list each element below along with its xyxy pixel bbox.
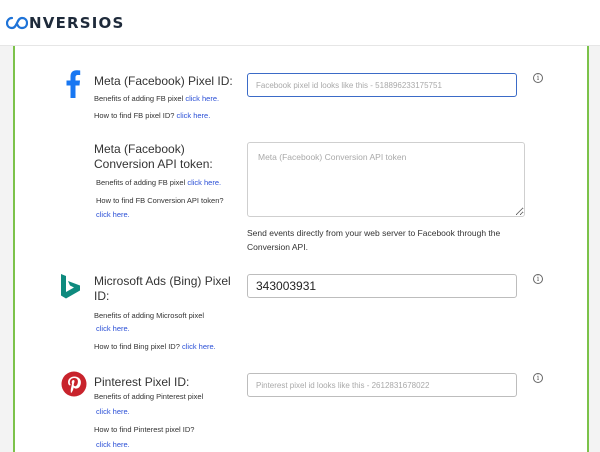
bing-icon — [61, 274, 80, 299]
facebook-icon — [66, 70, 81, 98]
bing-howto: How to find Bing pixel ID? click here. — [94, 342, 216, 352]
facebook-howto: How to find FB pixel ID? click here. — [94, 111, 210, 121]
bing-benefits-link[interactable]: click here. — [96, 324, 130, 334]
pinterest-benefits-link[interactable]: click here. — [96, 407, 130, 417]
capi-description: Send events directly from your web serve… — [247, 228, 501, 252]
facebook-benefits-text: Benefits of adding FB pixel — [94, 94, 184, 103]
capi-title-line2: Conversion API token: — [94, 157, 213, 171]
facebook-benefits-link[interactable]: click here. — [185, 94, 219, 103]
brand-name: NVERSIOS — [29, 14, 125, 32]
pinterest-benefits-text: Benefits of adding Pinterest pixel — [94, 392, 204, 401]
infinity-logo-icon — [6, 16, 28, 30]
capi-benefits-link[interactable]: click here. — [187, 178, 221, 187]
pinterest-pixel-id-input[interactable] — [247, 373, 517, 397]
capi-howto-text: How to find FB Conversion API token? — [96, 196, 224, 205]
bing-howto-text: How to find Bing pixel ID? — [94, 342, 180, 351]
facebook-pixel-title: Meta (Facebook) Pixel ID: — [94, 74, 233, 88]
facebook-howto-link[interactable]: click here. — [177, 111, 211, 120]
capi-title-line1: Meta (Facebook) — [94, 142, 185, 156]
facebook-howto-text: How to find FB pixel ID? — [94, 111, 175, 120]
pinterest-info-icon[interactable]: i — [533, 373, 543, 383]
bing-title-line1: Microsoft Ads (Bing) Pixel — [94, 274, 231, 288]
conversios-logo[interactable]: NVERSIOS — [6, 13, 125, 33]
pinterest-howto-link[interactable]: click here. — [96, 440, 130, 450]
facebook-pixel-id-input[interactable] — [247, 73, 517, 97]
pinterest-howto-text: How to find Pinterest pixel ID? — [94, 425, 195, 434]
bing-info-icon[interactable]: i — [533, 274, 543, 284]
pinterest-title: Pinterest Pixel ID: — [94, 375, 190, 389]
bing-howto-link[interactable]: click here. — [182, 342, 216, 351]
top-bar: NVERSIOS — [0, 0, 600, 46]
bing-pixel-id-input[interactable] — [247, 274, 517, 298]
facebook-benefits: Benefits of adding FB pixel click here. — [94, 94, 219, 104]
facebook-info-icon[interactable]: i — [533, 73, 543, 83]
capi-benefits-text: Benefits of adding FB pixel — [96, 178, 186, 187]
capi-benefits: Benefits of adding FB pixel click here. — [96, 178, 221, 188]
pinterest-icon — [61, 371, 87, 397]
bing-benefits-text: Benefits of adding Microsoft pixel — [94, 311, 205, 320]
capi-howto-link[interactable]: click here. — [96, 210, 130, 220]
pixel-settings-panel: Meta (Facebook) Pixel ID: Benefits of ad… — [13, 46, 589, 452]
capi-token-textarea[interactable] — [247, 142, 525, 217]
bing-title-line2: ID: — [94, 289, 110, 303]
